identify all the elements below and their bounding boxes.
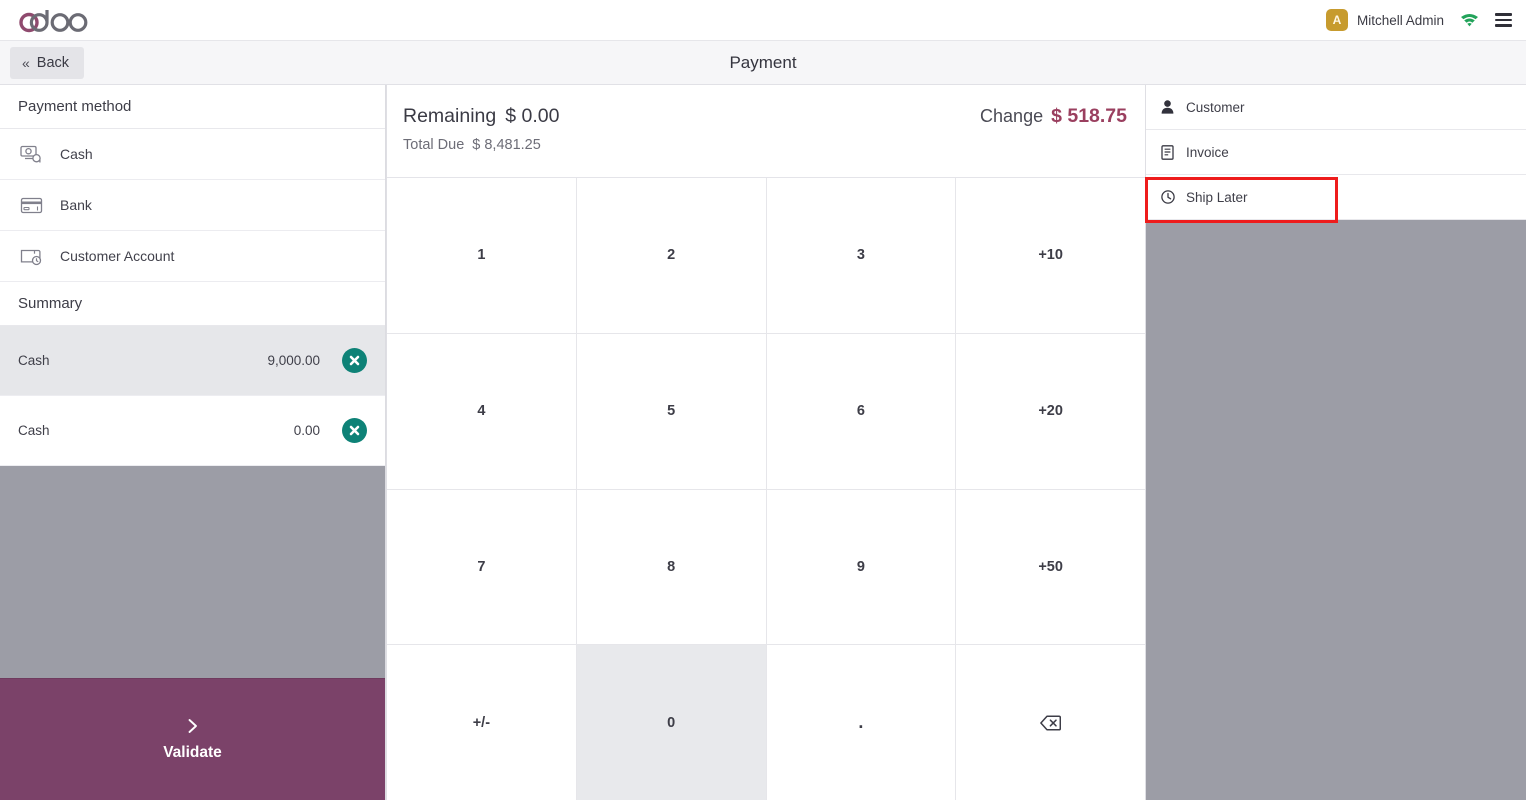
total-due-label: Total Due	[403, 137, 465, 153]
odoo-logo-icon	[19, 10, 88, 33]
action-label: Invoice	[1186, 144, 1229, 160]
numpad-key-6[interactable]: 6	[766, 333, 956, 489]
wallet-clock-icon	[20, 245, 43, 268]
validate-button[interactable]: Validate	[0, 678, 385, 800]
action-label: Customer	[1186, 99, 1245, 115]
page-title: Payment	[729, 52, 797, 72]
user-name: Mitchell Admin	[1356, 12, 1444, 28]
numpad-key-9[interactable]: 9	[766, 489, 956, 645]
validate-button-label: Validate	[163, 744, 222, 761]
summary-line-amount: 0.00	[293, 423, 320, 438]
summary-line-cash-1[interactable]: Cash 9,000.00	[0, 326, 385, 396]
numpad-key-plus-20[interactable]: +20	[956, 333, 1145, 489]
numpad-key-0[interactable]: 0	[576, 645, 766, 800]
action-ship-later[interactable]: Ship Later	[1146, 175, 1526, 220]
numpad-key-3[interactable]: 3	[766, 178, 956, 333]
summary-line-cash-2[interactable]: Cash 0.00	[0, 396, 385, 466]
payment-method-label: Bank	[60, 197, 92, 213]
pos-payment-screen: A Mitchell Admin « Back Payment Payment …	[0, 0, 1526, 800]
numpad-key-7[interactable]: 7	[387, 489, 576, 645]
left-panel-filler	[0, 466, 385, 678]
totals-secondary-row: Total Due $ 8,481.25	[403, 137, 1127, 153]
action-customer[interactable]: Customer	[1146, 85, 1526, 130]
credit-card-icon	[20, 194, 43, 217]
totals-section: Remaining $ 0.00 Change $ 518.75 Total D…	[387, 85, 1145, 178]
top-bar: A Mitchell Admin	[0, 0, 1526, 41]
summary-line-name: Cash	[18, 423, 50, 438]
summary-header: Summary	[0, 282, 385, 326]
main-body: Payment method Cash Bank Customer Accoun…	[0, 85, 1526, 800]
numpad: 1 2 3 +10 4 5 6 +20 7 8 9 +50 +/- 0 .	[387, 178, 1145, 800]
numpad-key-plus-10[interactable]: +10	[956, 178, 1145, 333]
payment-numpad-panel: Remaining $ 0.00 Change $ 518.75 Total D…	[386, 85, 1146, 800]
action-label: Ship Later	[1186, 189, 1248, 205]
numpad-key-1[interactable]: 1	[387, 178, 576, 333]
change-label: Change	[980, 106, 1044, 126]
topbar-right-group: A Mitchell Admin	[1325, 9, 1512, 31]
total-due-value: $ 8,481.25	[472, 137, 541, 153]
summary-line-name: Cash	[18, 353, 50, 368]
sub-header-bar: « Back Payment	[0, 41, 1526, 85]
action-invoice[interactable]: Invoice	[1146, 130, 1526, 175]
payment-method-cash[interactable]: Cash	[0, 129, 385, 180]
banknote-icon	[20, 143, 43, 166]
order-actions-panel: Customer Invoice Ship Later	[1146, 85, 1526, 800]
avatar: A	[1325, 9, 1348, 31]
payment-method-customer-account[interactable]: Customer Account	[0, 231, 385, 282]
person-icon	[1160, 100, 1175, 115]
payment-method-label: Cash	[60, 146, 93, 162]
backspace-icon	[1040, 715, 1062, 731]
payment-method-header: Payment method	[0, 85, 385, 129]
numpad-key-sign-toggle[interactable]: +/-	[387, 645, 576, 800]
odoo-logo[interactable]	[18, 7, 90, 33]
payment-method-panel: Payment method Cash Bank Customer Accoun…	[0, 85, 386, 800]
numpad-key-decimal[interactable]: .	[766, 645, 956, 800]
wifi-icon[interactable]	[1460, 12, 1479, 29]
back-button-label: Back	[36, 54, 70, 71]
remaining-value: $ 0.00	[505, 105, 560, 127]
close-circle-icon[interactable]	[342, 348, 367, 373]
numpad-key-2[interactable]: 2	[576, 178, 766, 333]
payment-method-bank[interactable]: Bank	[0, 180, 385, 231]
numpad-key-5[interactable]: 5	[576, 333, 766, 489]
payment-method-label: Customer Account	[60, 248, 175, 264]
numpad-key-plus-50[interactable]: +50	[956, 489, 1145, 645]
back-chevron-icon: «	[22, 54, 30, 71]
summary-line-amount: 9,000.00	[267, 353, 320, 368]
document-icon	[1160, 144, 1175, 160]
clock-icon	[1160, 190, 1175, 205]
numpad-key-8[interactable]: 8	[576, 489, 766, 645]
remaining-label: Remaining	[403, 105, 497, 127]
hamburger-menu-icon[interactable]	[1495, 13, 1512, 27]
numpad-key-backspace[interactable]	[956, 645, 1145, 800]
change-value: $ 518.75	[1051, 105, 1127, 127]
totals-primary-row: Remaining $ 0.00 Change $ 518.75	[403, 105, 1127, 128]
user-menu[interactable]: A Mitchell Admin	[1325, 9, 1444, 31]
chevron-right-icon	[188, 719, 197, 733]
close-circle-icon[interactable]	[342, 418, 367, 443]
back-button[interactable]: « Back	[10, 46, 85, 79]
right-panel-filler	[1146, 220, 1526, 800]
numpad-key-4[interactable]: 4	[387, 333, 576, 489]
